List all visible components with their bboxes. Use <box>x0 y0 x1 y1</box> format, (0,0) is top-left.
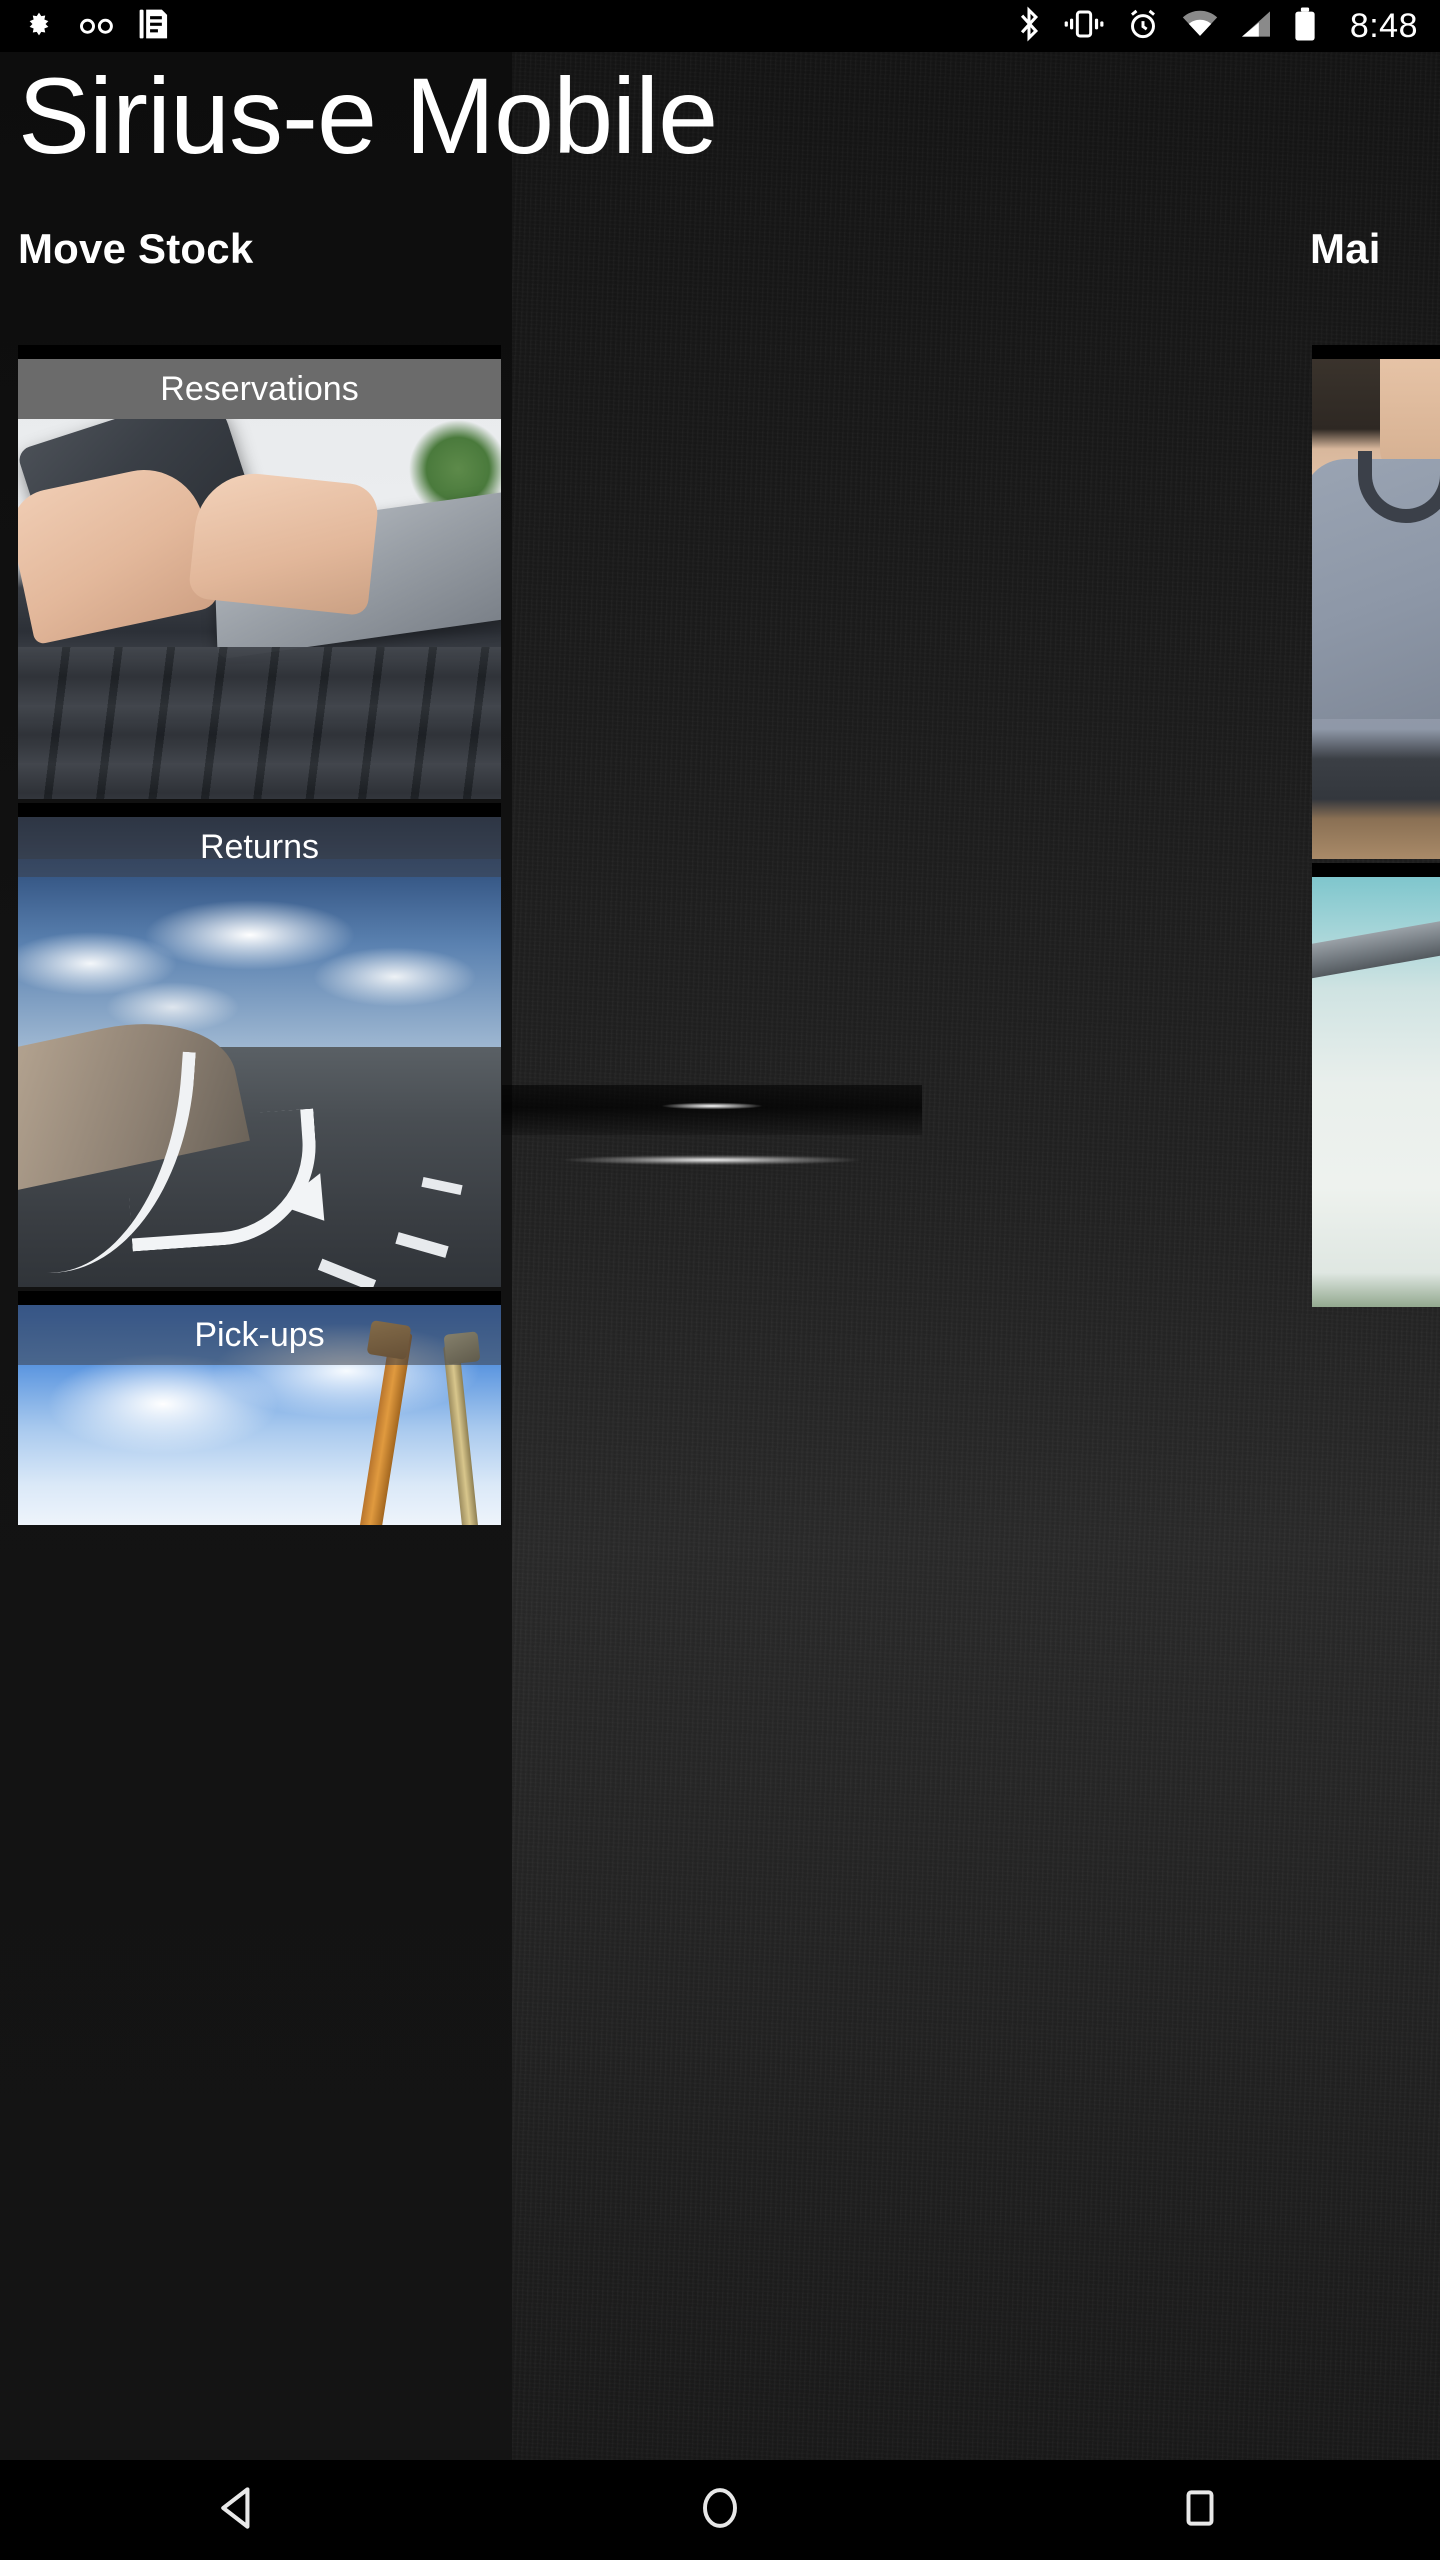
card-top-strip <box>1312 863 1440 877</box>
laptop-shape <box>1312 914 1440 982</box>
card-label-reservations: Reservations <box>18 359 501 419</box>
app-screen: 8:48 Sirius-e Mobile Move Stock Mai Rese… <box>0 0 1440 2560</box>
nav-back-button[interactable] <box>140 2460 340 2560</box>
card-image-reservations: Reservations <box>18 359 501 799</box>
light-streak-core <box>502 1098 922 1114</box>
status-bar-right-icons: 8:48 <box>1016 5 1440 47</box>
card-image-desk <box>1312 877 1440 1307</box>
cell-signal-icon <box>1240 10 1272 43</box>
status-bar-left-icons <box>0 7 1016 46</box>
card-label-pickups: Pick-ups <box>18 1305 501 1365</box>
card-top-strip <box>18 345 501 359</box>
crane-boom-shape <box>443 1344 479 1525</box>
alarm-icon <box>1126 7 1160 46</box>
battery-icon <box>1294 7 1316 46</box>
nav-recents-button[interactable] <box>1100 2460 1300 2560</box>
bluetooth-icon <box>1016 5 1042 47</box>
section-header-main: Mai <box>1310 225 1381 272</box>
voicemail-icon <box>78 7 116 46</box>
light-streak-glow <box>502 1100 922 1220</box>
card-image-pickups: Pick-ups <box>18 1305 501 1525</box>
hand-right-shape <box>187 467 381 617</box>
card-right-person[interactable] <box>1312 345 1440 859</box>
wifi-icon <box>1182 10 1218 43</box>
back-triangle-icon <box>214 2482 266 2539</box>
nav-home-button[interactable] <box>620 2460 820 2560</box>
notes-icon <box>138 7 170 46</box>
card-pickups[interactable]: Pick-ups <box>18 1291 501 1525</box>
card-reservations[interactable]: Reservations <box>18 345 501 799</box>
card-image-returns: Returns <box>18 817 501 1287</box>
vibrate-icon <box>1064 9 1104 44</box>
android-nav-bar <box>0 2460 1440 2560</box>
card-image-person <box>1312 359 1440 859</box>
home-circle-icon <box>695 2483 745 2538</box>
card-top-strip <box>1312 345 1440 359</box>
section-header-move-stock: Move Stock <box>18 225 254 272</box>
recents-square-icon <box>1177 2485 1223 2536</box>
status-bar: 8:48 <box>0 0 1440 52</box>
move-stock-column: Reservations Returns Pick-ups <box>18 345 501 1525</box>
page-title: Sirius-e Mobile <box>18 55 718 176</box>
status-bar-clock: 8:48 <box>1349 7 1418 45</box>
sky-clouds-shape <box>18 859 501 1049</box>
keyboard-shape <box>18 647 501 799</box>
card-top-strip <box>18 803 501 817</box>
main-column <box>1312 345 1440 1307</box>
card-top-strip <box>18 1291 501 1305</box>
brightness-icon <box>22 7 56 46</box>
card-returns[interactable]: Returns <box>18 803 501 1287</box>
card-right-desk[interactable] <box>1312 863 1440 1307</box>
card-label-returns: Returns <box>18 817 501 877</box>
